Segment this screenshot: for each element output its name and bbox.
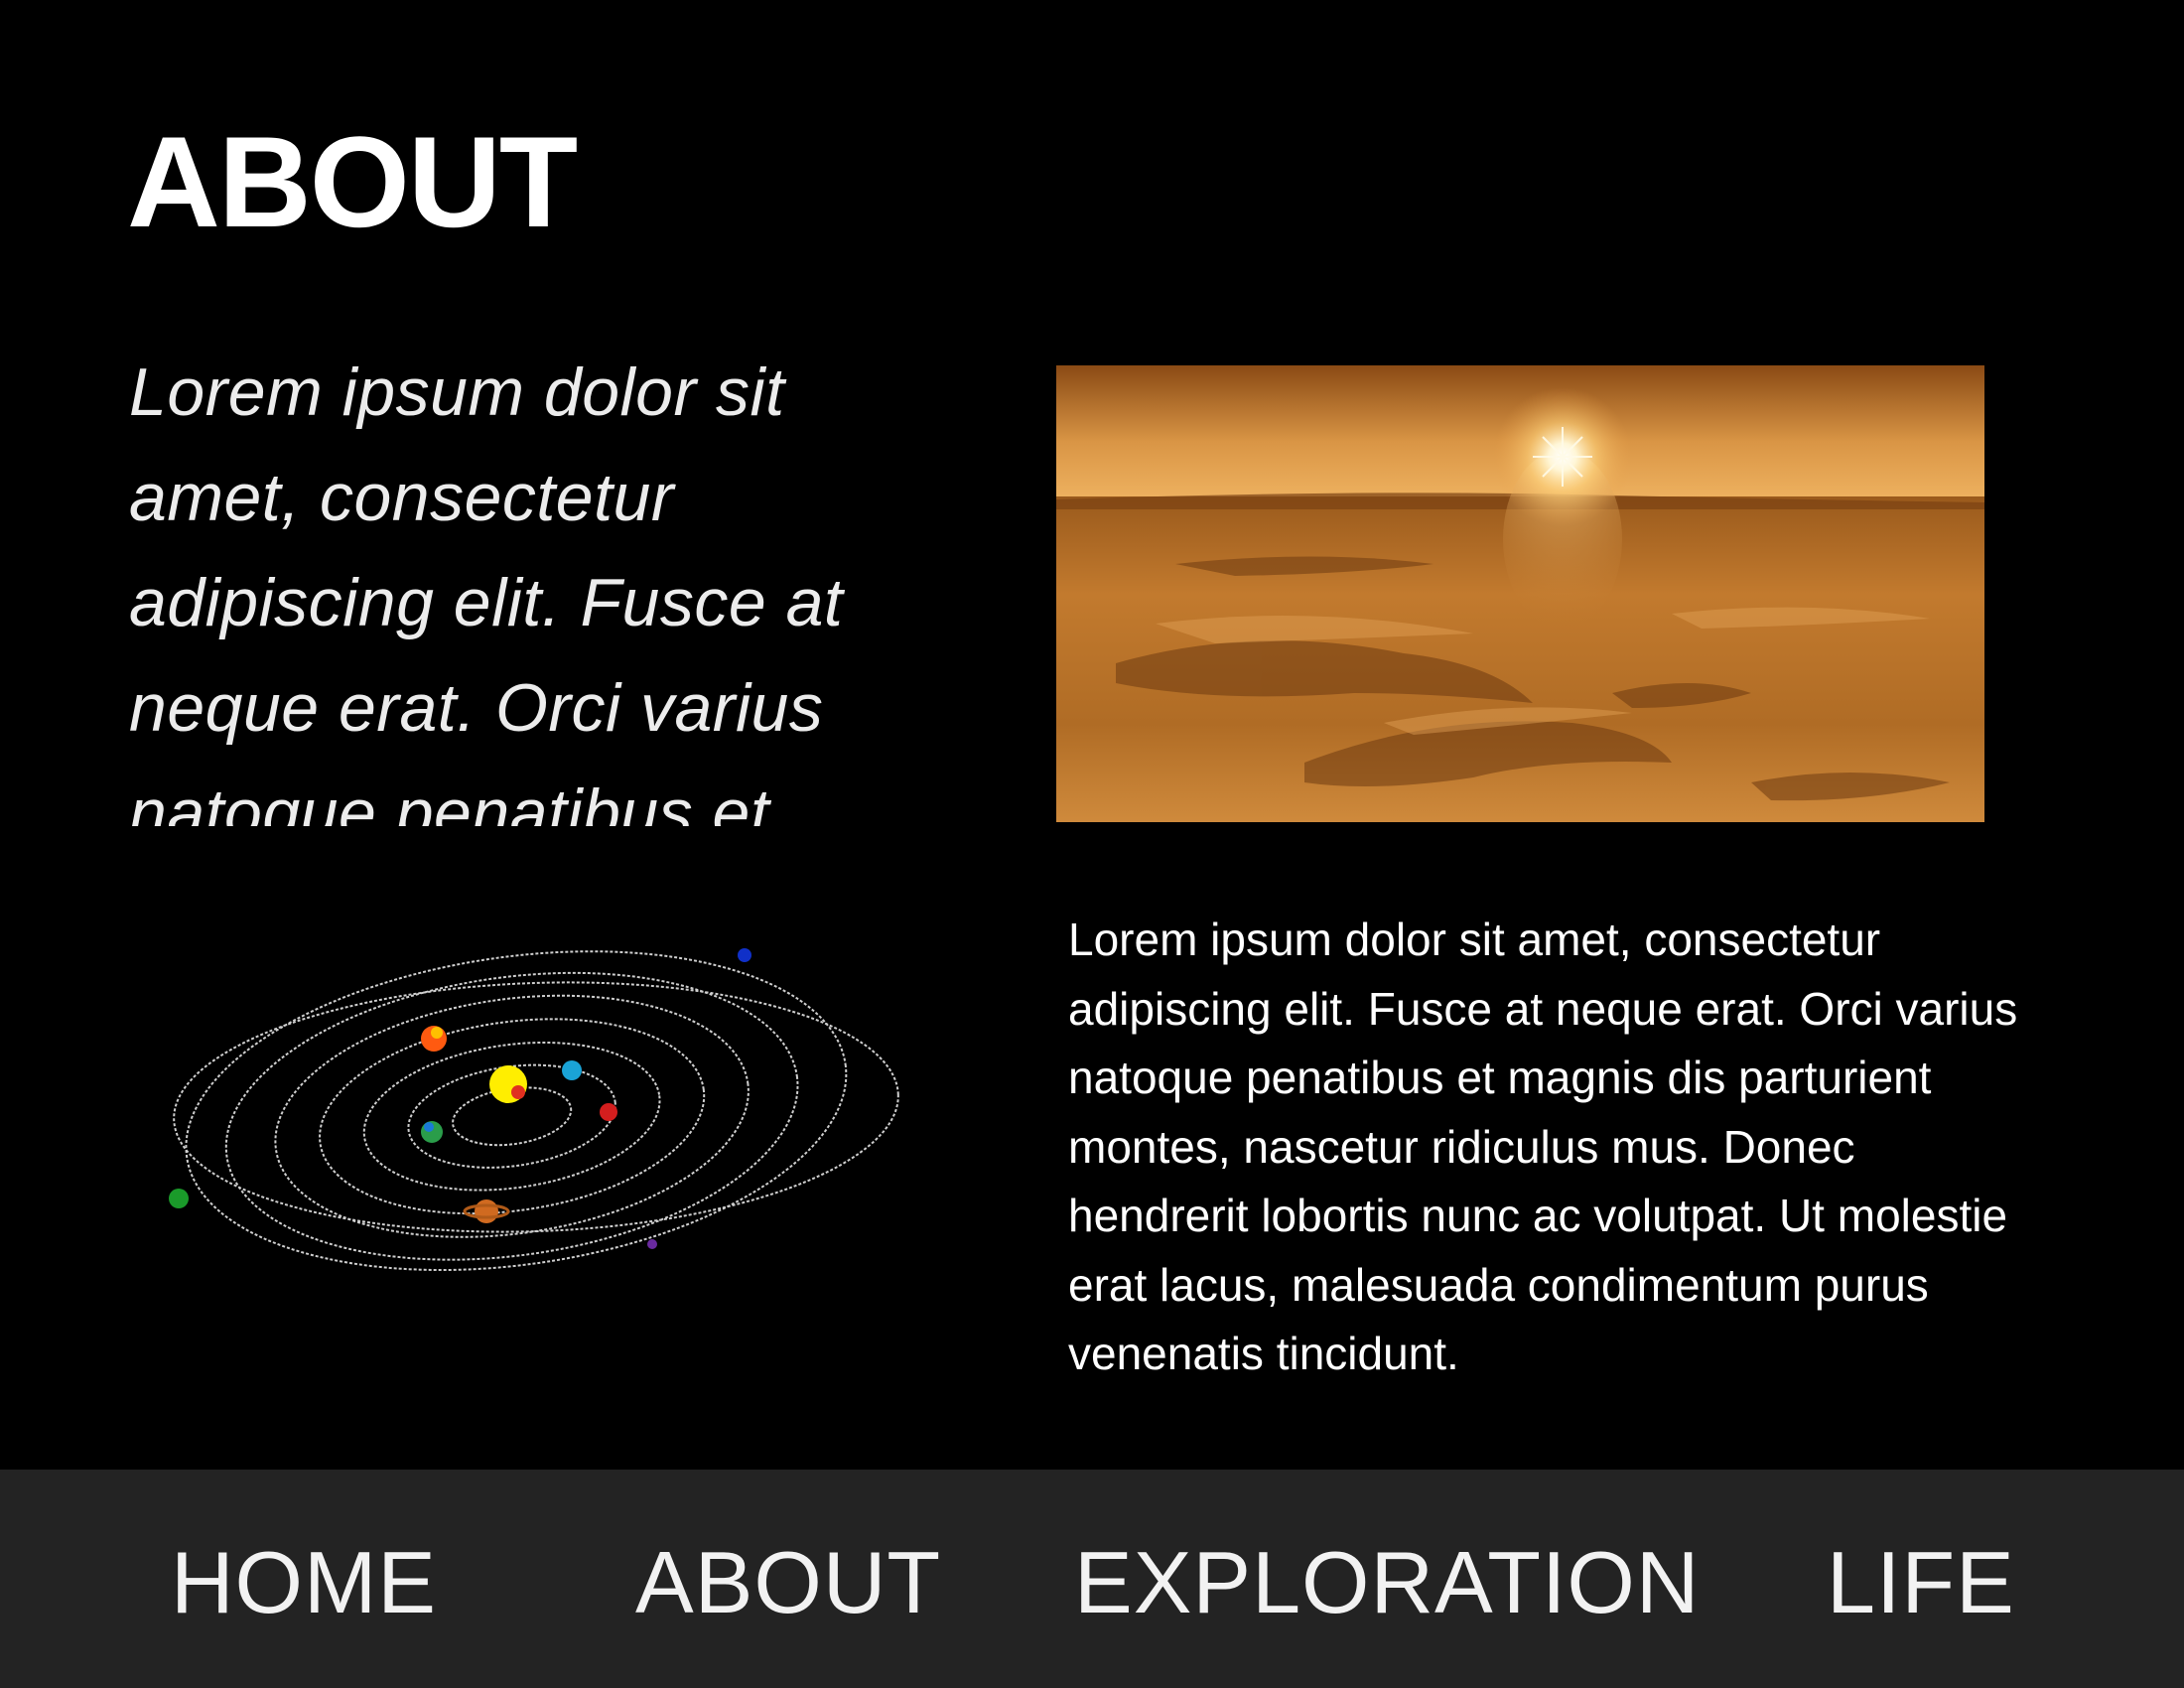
nav-item-life[interactable]: LIFE: [1827, 1539, 2015, 1626]
nav-item-exploration[interactable]: EXPLORATION: [1074, 1539, 1700, 1626]
body-text: Lorem ipsum dolor sit amet, consectetur …: [1068, 914, 2018, 1379]
nav-item-about[interactable]: ABOUT: [635, 1539, 941, 1626]
solar-system-diagram: [159, 914, 923, 1291]
intro-text-container: Lorem ipsum dolor sit amet, consectetur …: [129, 340, 953, 826]
bottom-navbar: HOME ABOUT EXPLORATION LIFE: [0, 1470, 2184, 1688]
page-title: ABOUT: [127, 109, 578, 254]
intro-text: Lorem ipsum dolor sit amet, consectetur …: [129, 354, 844, 826]
mars-landscape-image: [1056, 365, 1984, 822]
nav-item-home[interactable]: HOME: [171, 1539, 437, 1626]
about-page: ABOUT Lorem ipsum dolor sit amet, consec…: [0, 0, 2184, 1688]
